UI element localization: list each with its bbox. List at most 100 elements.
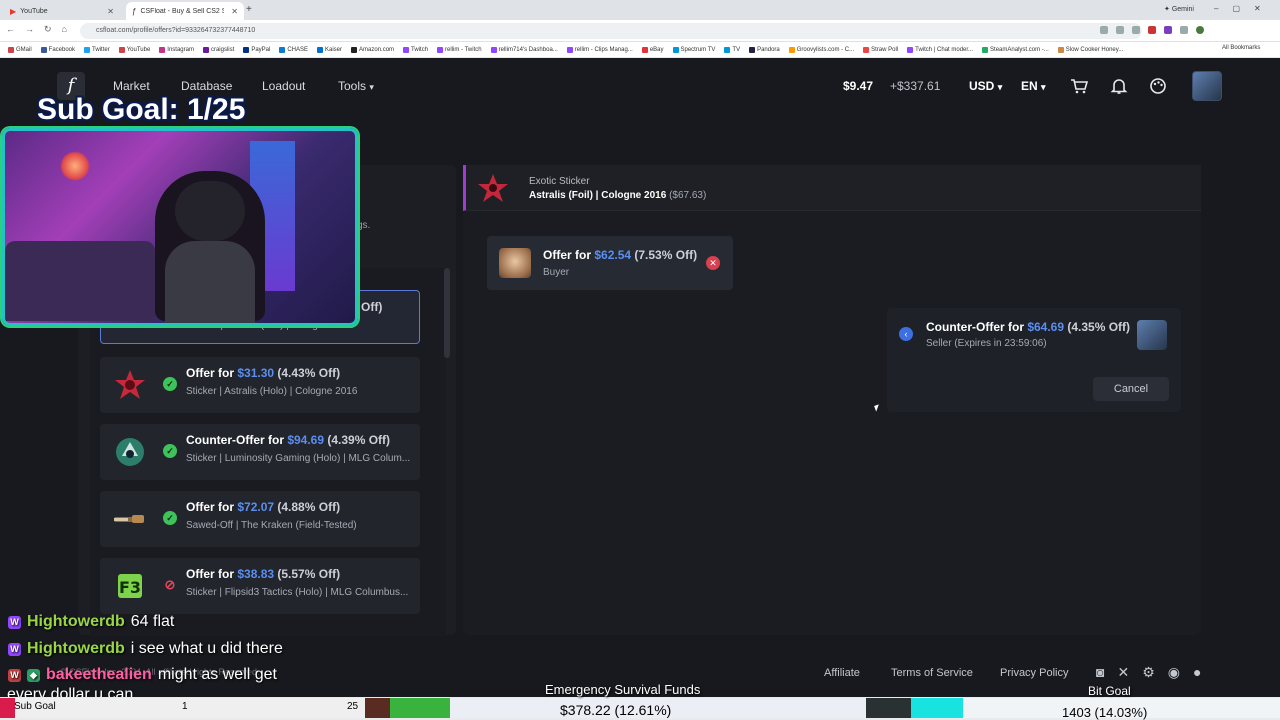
nav-market[interactable]: Market bbox=[113, 79, 150, 93]
sub-goal-max: 25 bbox=[347, 701, 359, 712]
csfloat-icon: ƒ bbox=[132, 6, 137, 16]
accepted-check-icon: ✓ bbox=[163, 377, 177, 391]
extension-icon bbox=[1164, 26, 1172, 34]
reload-icon[interactable]: ↻ bbox=[44, 24, 52, 35]
offer-title: Offer for $31.30 (4.43% Off) bbox=[186, 366, 341, 380]
user-avatar[interactable] bbox=[1192, 71, 1222, 101]
bookmark[interactable]: YouTube bbox=[118, 46, 150, 53]
emergency-funds-fill bbox=[390, 698, 451, 718]
bookmark[interactable]: Amazon.com bbox=[351, 46, 394, 53]
language-select[interactable]: EN ▾ bbox=[1021, 79, 1046, 93]
buyer-avatar bbox=[499, 248, 531, 278]
bookmark[interactable]: GMail bbox=[8, 46, 32, 53]
seller-role-expiry: Seller (Expires in 23:59:06) bbox=[926, 338, 1047, 349]
chevron-down-icon: ▾ bbox=[997, 82, 1003, 92]
bookmark[interactable]: Twitch bbox=[403, 46, 428, 53]
cancel-button[interactable]: Cancel bbox=[1093, 377, 1169, 401]
accepted-check-icon: ✓ bbox=[163, 511, 177, 525]
bookmark[interactable]: Facebook bbox=[40, 46, 75, 53]
balance[interactable]: $9.47 bbox=[843, 79, 873, 93]
item-thumbnail bbox=[112, 501, 148, 537]
svg-text:F3: F3 bbox=[119, 578, 141, 597]
offer-title: Offer for $38.83 (5.57% Off) bbox=[186, 567, 341, 581]
extension-icon bbox=[1180, 26, 1188, 34]
nav-loadout[interactable]: Loadout bbox=[262, 79, 305, 93]
gemini-button[interactable]: ✦ Gemini bbox=[1164, 5, 1194, 13]
chevron-down-icon: ▾ bbox=[1041, 82, 1046, 92]
footer-affiliate-link[interactable]: Affiliate bbox=[824, 667, 860, 679]
close-tab-icon[interactable]: ✕ bbox=[231, 7, 238, 16]
offer-item-name: Sticker | Astralis (Holo) | Cologne 2016 bbox=[186, 386, 358, 397]
bookmark[interactable]: craigslist bbox=[202, 46, 234, 53]
bookmark[interactable]: eBay bbox=[641, 46, 664, 53]
social-links: ◙ ✕ ⚙ ◉ ● bbox=[1096, 664, 1201, 681]
chrome-extension-icon[interactable]: ◉ bbox=[1168, 664, 1180, 681]
bit-goal-value: 1403 (14.03%) bbox=[1062, 705, 1148, 720]
item-rarity: Exotic Sticker bbox=[529, 176, 590, 187]
all-bookmarks-button[interactable]: All Bookmarks bbox=[1222, 45, 1260, 51]
bookmark[interactable]: Straw Poll bbox=[863, 46, 898, 53]
bookmark[interactable]: rellim - Twitch bbox=[437, 46, 482, 53]
bookmark[interactable]: Pandora bbox=[749, 46, 780, 53]
bookmark[interactable]: rellim - Clips Manag... bbox=[566, 46, 633, 53]
currency-select[interactable]: USD ▾ bbox=[969, 79, 1002, 93]
sub-goal-current: 1 bbox=[182, 701, 188, 712]
buyer-offer-title: Offer for $62.54 (7.53% Off) bbox=[543, 248, 698, 262]
bell-icon[interactable] bbox=[1110, 77, 1128, 95]
palette-icon[interactable] bbox=[1149, 77, 1167, 95]
forward-icon[interactable]: → bbox=[25, 24, 34, 35]
bookmark[interactable]: Slow Cooker Honey... bbox=[1057, 46, 1123, 53]
x-icon[interactable]: ✕ bbox=[1117, 664, 1129, 681]
url-input[interactable]: csfloat.com/profile/offers?id=9332647323… bbox=[80, 23, 1142, 39]
home-icon[interactable]: ⌂ bbox=[62, 24, 67, 35]
github-icon[interactable]: ● bbox=[1193, 664, 1201, 681]
astralis-sticker-thumbnail bbox=[476, 172, 510, 204]
chat-badge-icon: W bbox=[8, 642, 21, 656]
seller-avatar bbox=[1137, 320, 1167, 350]
emergency-funds-title: Emergency Survival Funds bbox=[545, 682, 701, 697]
tab-csfloat[interactable]: ƒCSFloat - Buy & Sell CS2 Skins✕ bbox=[126, 2, 244, 20]
new-tab-button[interactable]: + bbox=[246, 4, 252, 15]
emergency-funds-value: $378.22 (12.61%) bbox=[560, 702, 672, 718]
bookmark[interactable]: Kaiser bbox=[317, 46, 342, 53]
close-window-icon[interactable]: ✕ bbox=[1254, 4, 1261, 13]
nav-database[interactable]: Database bbox=[181, 79, 232, 93]
offer-list-item[interactable]: ✓ Counter-Offer for $94.69 (4.39% Off) S… bbox=[100, 424, 420, 480]
pending-balance[interactable]: +$337.61 bbox=[890, 79, 940, 93]
window-controls[interactable]: – ▢ ✕ bbox=[1214, 4, 1261, 13]
nav-tools[interactable]: Tools ▾ bbox=[338, 79, 374, 93]
offer-list-item[interactable]: F3 ⊘ Offer for $38.83 (5.57% Off) Sticke… bbox=[100, 558, 420, 614]
offer-title: Offer for $72.07 (4.88% Off) bbox=[186, 500, 341, 514]
back-icon[interactable]: ← bbox=[6, 24, 15, 35]
restore-icon[interactable]: ▢ bbox=[1232, 4, 1240, 13]
offer-list-item[interactable]: ✓ Offer for $31.30 (4.43% Off) Sticker |… bbox=[100, 357, 420, 413]
bar-separator bbox=[866, 698, 911, 718]
cart-icon[interactable] bbox=[1070, 77, 1089, 95]
bookmark[interactable]: Instagram bbox=[159, 46, 194, 53]
bookmark[interactable]: Twitter bbox=[84, 46, 110, 53]
minimize-icon[interactable]: – bbox=[1214, 4, 1218, 13]
tab-youtube[interactable]: ▶ YouTube ✕ bbox=[4, 2, 120, 20]
close-tab-icon[interactable]: ✕ bbox=[107, 7, 114, 16]
scrollbar[interactable] bbox=[444, 268, 450, 358]
chat-message: W Hightowerdb 64 flat bbox=[8, 613, 174, 631]
bookmark[interactable]: TV bbox=[724, 46, 740, 53]
filter-hint-text: gs. bbox=[357, 220, 371, 231]
steam-icon[interactable]: ⚙ bbox=[1142, 664, 1155, 681]
offer-list-item[interactable]: ✓ Offer for $72.07 (4.88% Off) Sawed-Off… bbox=[100, 491, 420, 547]
chat-message: W ◆ bakeethealien might as well get bbox=[8, 666, 277, 684]
offer-title: Off) bbox=[361, 300, 383, 314]
discord-icon[interactable]: ◙ bbox=[1096, 664, 1104, 681]
bookmark[interactable]: CHASE bbox=[279, 46, 308, 53]
buyer-offer-card: Offer for $62.54 (7.53% Off) Buyer ✕ bbox=[487, 236, 733, 290]
bookmark[interactable]: PayPal bbox=[243, 46, 270, 53]
bookmark[interactable]: Spectrum TV bbox=[672, 46, 715, 53]
item-name: Astralis (Foil) | Cologne 2016 ($67.63) bbox=[529, 190, 707, 201]
bookmark[interactable]: Groovylists.com - C... bbox=[788, 46, 854, 53]
footer-tos-link[interactable]: Terms of Service bbox=[891, 667, 973, 679]
extension-icons[interactable] bbox=[1100, 26, 1204, 34]
bookmark[interactable]: rellim714's Dashboa... bbox=[490, 46, 558, 53]
bookmark[interactable]: Twitch | Chat moder... bbox=[907, 46, 973, 53]
bookmark[interactable]: SteamAnalyst.com -... bbox=[982, 46, 1049, 53]
footer-privacy-link[interactable]: Privacy Policy bbox=[1000, 667, 1068, 679]
